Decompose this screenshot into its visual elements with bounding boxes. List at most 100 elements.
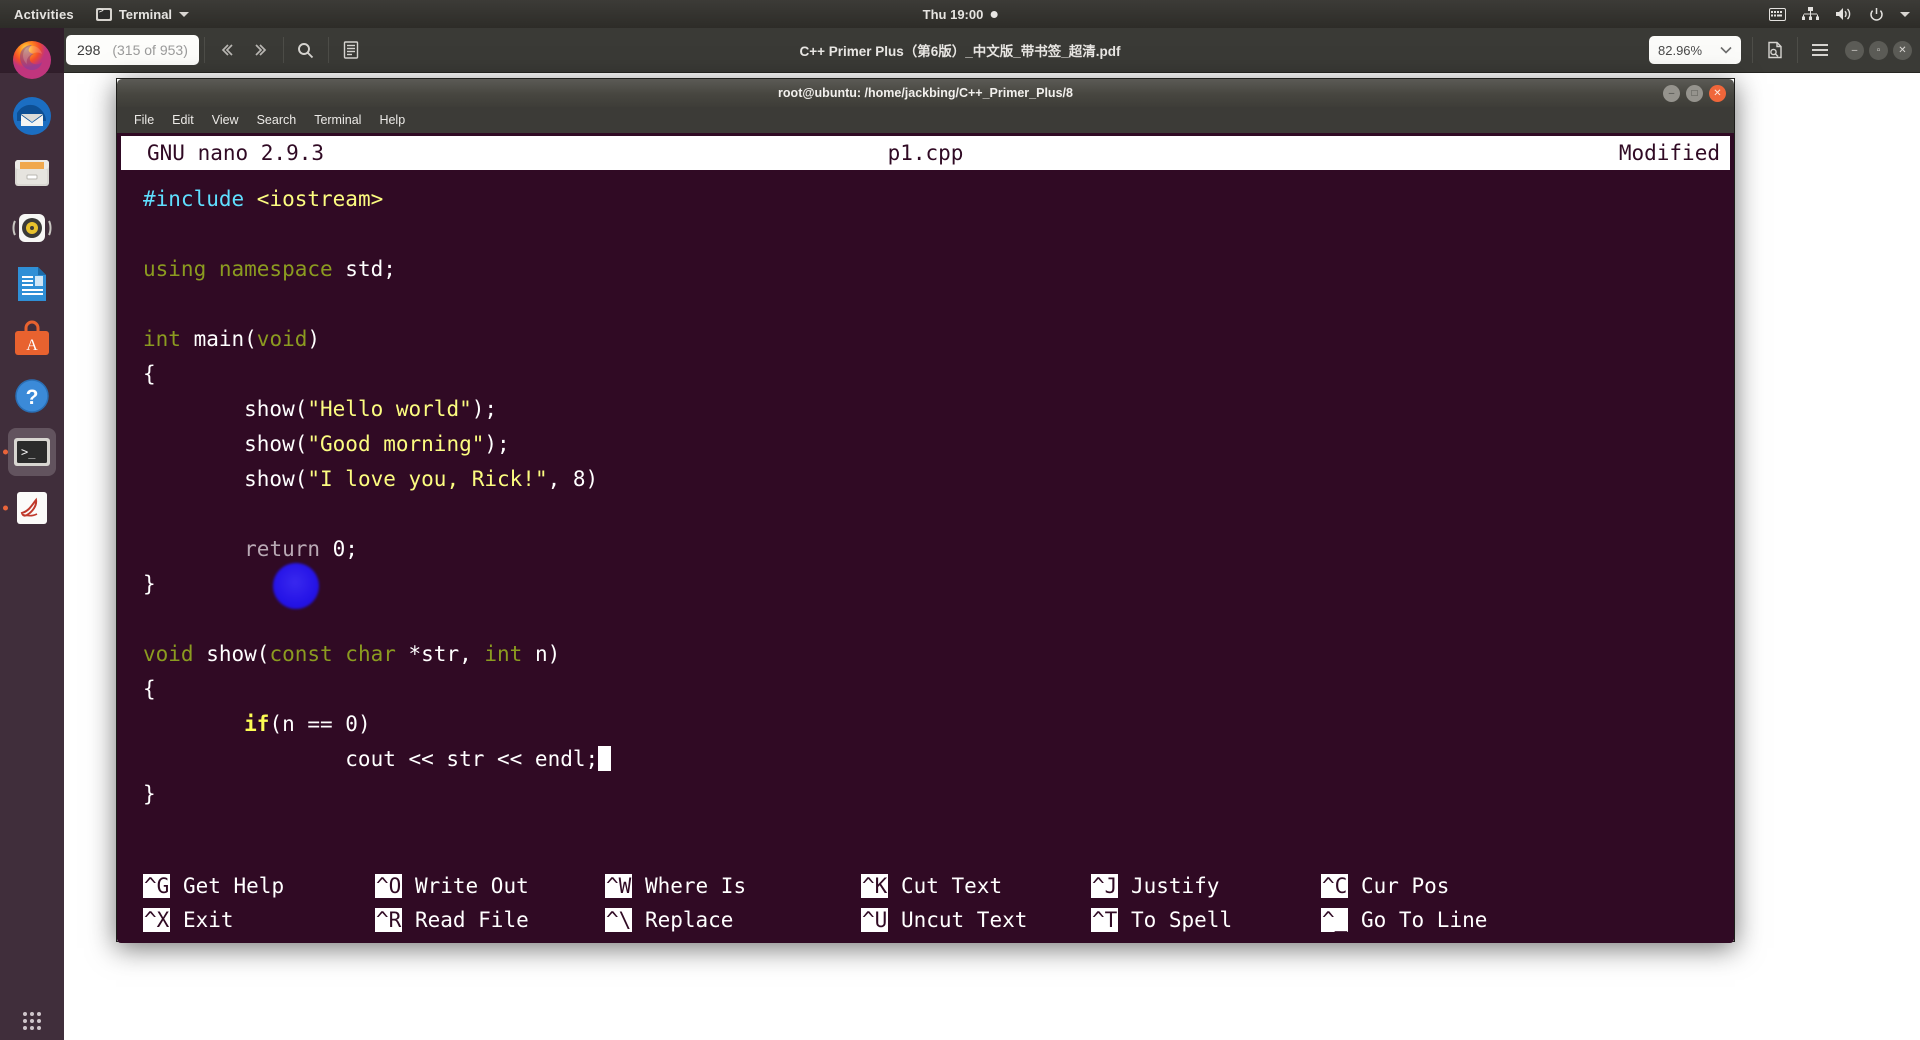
system-indicators[interactable] bbox=[1769, 7, 1910, 22]
chevron-right-icon[interactable] bbox=[244, 35, 278, 65]
document-outline-icon[interactable] bbox=[334, 35, 368, 65]
chevron-down-icon[interactable] bbox=[1900, 11, 1910, 17]
toolbar-divider bbox=[1797, 37, 1798, 63]
shortcut-key: ^R bbox=[375, 908, 403, 932]
nano-shortcut[interactable]: ^T To Spell bbox=[1091, 903, 1232, 937]
maximize-icon[interactable]: ▫ bbox=[1869, 40, 1888, 60]
network-icon[interactable] bbox=[1802, 7, 1819, 21]
close-icon[interactable]: ✕ bbox=[1709, 84, 1726, 102]
ubuntu-dock: A ? >_ bbox=[0, 28, 64, 1040]
nano-shortcut[interactable]: ^X Exit bbox=[143, 903, 234, 937]
dock-item-files[interactable] bbox=[8, 148, 56, 196]
keyboard-icon[interactable] bbox=[1769, 7, 1786, 21]
rhythmbox-music-icon bbox=[12, 214, 52, 242]
shortcut-label: Write Out bbox=[402, 874, 529, 898]
dock-item-thunderbird[interactable] bbox=[8, 92, 56, 140]
code-line: } bbox=[143, 567, 1734, 602]
evince-pdf-icon bbox=[17, 492, 47, 524]
code-token: show( bbox=[143, 432, 308, 456]
nano-shortcut[interactable]: ^C Cur Pos bbox=[1321, 869, 1449, 903]
pdf-window-controls[interactable]: – ▫ ✕ bbox=[1845, 40, 1912, 60]
shortcut-label: Cur Pos bbox=[1348, 874, 1450, 898]
menu-item-help[interactable]: Help bbox=[370, 110, 414, 130]
menu-item-terminal[interactable]: Terminal bbox=[305, 110, 370, 130]
nano-shortcut[interactable]: ^\ Replace bbox=[605, 903, 733, 937]
terminal-titlebar[interactable]: root@ubuntu: /home/jackbing/C++_Primer_P… bbox=[117, 79, 1734, 107]
terminal-icon: >_ bbox=[14, 438, 50, 466]
menu-item-file[interactable]: File bbox=[125, 110, 163, 130]
search-icon[interactable] bbox=[289, 35, 323, 65]
topbar-app-name: Terminal bbox=[118, 6, 173, 22]
shortcut-label: Go To Line bbox=[1348, 908, 1488, 932]
code-token: show( bbox=[143, 397, 308, 421]
svg-text:A: A bbox=[26, 337, 38, 354]
code-line: void show(const char *str, int n) bbox=[143, 637, 1734, 672]
nano-shortcut[interactable]: ^G Get Help bbox=[143, 869, 284, 903]
menu-item-edit[interactable]: Edit bbox=[163, 110, 203, 130]
minimize-icon[interactable]: – bbox=[1845, 40, 1864, 60]
running-indicator-icon bbox=[3, 505, 8, 511]
shortcut-label: To Spell bbox=[1118, 908, 1233, 932]
dock-item-firefox[interactable] bbox=[8, 36, 56, 84]
chevron-left-icon[interactable] bbox=[210, 35, 244, 65]
dock-item-document-viewer[interactable] bbox=[3, 484, 56, 532]
hamburger-menu-icon[interactable] bbox=[1803, 35, 1837, 65]
dock-item-rhythmbox[interactable] bbox=[8, 204, 56, 252]
nano-modified-status: Modified bbox=[1618, 141, 1720, 165]
terminal-screen[interactable]: GNU nano 2.9.3 p1.cpp Modified #include … bbox=[117, 133, 1734, 943]
menu-item-search[interactable]: Search bbox=[248, 110, 306, 130]
zoom-select[interactable]: 82.96% bbox=[1649, 36, 1741, 64]
dock-item-ubuntu-software[interactable]: A bbox=[8, 316, 56, 364]
code-line: { bbox=[143, 672, 1734, 707]
terminal-menubar: File Edit View Search Terminal Help bbox=[117, 107, 1734, 133]
volume-icon[interactable] bbox=[1835, 7, 1853, 21]
power-icon[interactable] bbox=[1869, 7, 1884, 22]
nano-shortcut[interactable]: ^R Read File bbox=[375, 903, 529, 937]
clock-menu[interactable]: Thu 19:00 bbox=[923, 7, 998, 22]
show-applications-icon[interactable] bbox=[23, 1012, 41, 1030]
page-number-input[interactable]: 298 (315 of 953) bbox=[66, 35, 199, 65]
shortcut-label: Where Is bbox=[632, 874, 747, 898]
toolbar-divider bbox=[327, 37, 329, 63]
shortcut-label: Get Help bbox=[170, 874, 285, 898]
nano-shortcut[interactable]: ^U Uncut Text bbox=[861, 903, 1027, 937]
page-total: (315 of 953) bbox=[112, 42, 188, 58]
page-view-icon[interactable] bbox=[1758, 35, 1792, 65]
code-token: cout << str << endl; bbox=[143, 747, 599, 771]
chevron-down-icon bbox=[179, 11, 190, 17]
code-token: , 8) bbox=[547, 467, 599, 491]
nano-shortcut[interactable]: ^K Cut Text bbox=[861, 869, 1002, 903]
activities-button[interactable]: Activities bbox=[0, 7, 86, 22]
shortcut-key: ^\ bbox=[605, 908, 633, 932]
menu-item-view[interactable]: View bbox=[203, 110, 248, 130]
shortcut-label: Justify bbox=[1118, 874, 1220, 898]
nano-version: GNU nano 2.9.3 bbox=[147, 141, 325, 165]
code-token: ); bbox=[484, 432, 510, 456]
code-line: if(n == 0) bbox=[143, 707, 1734, 742]
nano-shortcut[interactable]: ^W Where Is bbox=[605, 869, 746, 903]
nano-editor-text[interactable]: #include <iostream> using namespace std;… bbox=[117, 170, 1734, 812]
terminal-title: root@ubuntu: /home/jackbing/C++_Primer_P… bbox=[778, 86, 1073, 100]
dock-item-terminal[interactable]: >_ bbox=[3, 428, 56, 476]
code-token: "I love you, Rick!" bbox=[307, 467, 548, 491]
dock-item-help[interactable]: ? bbox=[8, 372, 56, 420]
shortcut-key: ^C bbox=[1321, 874, 1349, 898]
toolbar-divider bbox=[282, 37, 284, 63]
code-line: show("Hello world"); bbox=[143, 392, 1734, 427]
code-token: ) bbox=[307, 327, 321, 351]
dock-item-libreoffice-writer[interactable] bbox=[8, 260, 56, 308]
code-token: const char bbox=[269, 642, 409, 666]
nano-shortcut[interactable]: ^O Write Out bbox=[375, 869, 529, 903]
firefox-icon bbox=[13, 41, 51, 79]
notification-dot-icon bbox=[990, 10, 998, 18]
topbar-app-menu[interactable]: Terminal bbox=[86, 7, 199, 22]
code-token: } bbox=[143, 572, 156, 596]
close-icon[interactable]: ✕ bbox=[1893, 40, 1912, 60]
nano-shortcut[interactable]: ^J Justify bbox=[1091, 869, 1219, 903]
code-line: cout << str << endl; bbox=[143, 742, 1734, 777]
code-token: { bbox=[143, 362, 156, 386]
minimize-icon[interactable]: – bbox=[1663, 84, 1680, 102]
nano-shortcut[interactable]: ^_ Go To Line bbox=[1321, 903, 1487, 937]
maximize-icon[interactable]: □ bbox=[1686, 84, 1703, 102]
